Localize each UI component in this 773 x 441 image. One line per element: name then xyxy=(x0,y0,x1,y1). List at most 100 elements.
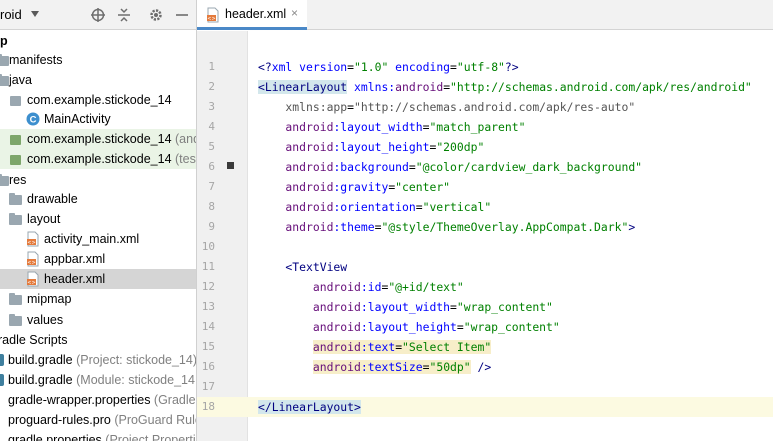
tree-item-label: values xyxy=(27,313,64,327)
line-number: 12 xyxy=(201,280,215,293)
close-icon[interactable]: × xyxy=(291,6,298,20)
code-text: android:text="Select Item" xyxy=(258,337,492,357)
code-line: 11 <TextView xyxy=(197,257,773,277)
tree-item-gradle-properties[interactable]: gradle.properties (Project Properties xyxy=(0,430,196,441)
line-number: 16 xyxy=(201,360,215,373)
folder-icon xyxy=(9,193,22,205)
line-number: 2 xyxy=(208,80,215,93)
tree-item-app[interactable]: p xyxy=(0,31,196,51)
gear-icon[interactable] xyxy=(148,7,164,23)
tree-item-label: res xyxy=(9,173,27,187)
tree-item-label: appbar.xml xyxy=(44,252,106,266)
code-text: <?xml version="1.0" encoding="utf-8"?> xyxy=(258,60,519,74)
line-number: 3 xyxy=(208,100,215,113)
tree-item-activity-main-xml[interactable]: <> activity_main.xml xyxy=(0,229,196,249)
tree-item-sublabel: (Project Properties xyxy=(105,433,196,441)
code-text: xmlns:app="http://schemas.android.com/ap… xyxy=(258,100,636,114)
package-icon xyxy=(10,155,21,165)
tab-header-xml[interactable]: <> header.xml × xyxy=(197,0,307,30)
line-number: 13 xyxy=(201,300,215,313)
tree-item-manifests[interactable]: manifests xyxy=(0,50,196,70)
tree-item-label: mipmap xyxy=(27,292,72,306)
package-icon xyxy=(10,135,21,145)
tree-item-label: MainActivity xyxy=(44,112,111,126)
tree-item-label: manifests xyxy=(9,53,63,67)
code-text: android:layout_width="wrap_content" xyxy=(258,300,553,314)
minimize-icon[interactable] xyxy=(174,7,190,23)
code-text: android:gravity="center" xyxy=(258,180,451,194)
project-view-dropdown[interactable]: roid xyxy=(0,0,39,30)
tree-item-label: gradle.properties xyxy=(8,433,102,441)
tree-item-package-test[interactable]: com.example.stickode_14 (test) xyxy=(0,149,196,169)
tree-item-drawable[interactable]: drawable xyxy=(0,189,196,209)
tree-item-gradle-scripts[interactable]: radle Scripts xyxy=(0,330,196,350)
xml-file-icon: <> xyxy=(27,231,39,247)
xml-file-icon: <> xyxy=(27,271,39,287)
tree-item-label: activity_main.xml xyxy=(44,232,140,246)
svg-text:C: C xyxy=(30,115,37,126)
tree-item-build-gradle-module[interactable]: build.gradle (Module: stickode_14.a xyxy=(0,370,196,390)
svg-text:<>: <> xyxy=(27,240,35,246)
line-number: 5 xyxy=(208,140,215,153)
code-text: <LinearLayout xmlns:android="http://sche… xyxy=(258,80,752,94)
tree-item-layout[interactable]: layout xyxy=(0,209,196,229)
folder-icon xyxy=(9,314,22,326)
tree-item-label: build.gradle xyxy=(8,353,73,367)
code-text: <TextView xyxy=(258,260,348,274)
tree-item-sublabel: (test) xyxy=(175,152,196,166)
line-number: 1 xyxy=(208,60,215,73)
code-line: 6 android:background="@color/cardview_da… xyxy=(197,157,773,177)
tree-item-package-main[interactable]: com.example.stickode_14 xyxy=(0,90,196,110)
tree-item-appbar-xml[interactable]: <> appbar.xml xyxy=(0,249,196,269)
tree-item-proguard-rules[interactable]: proguard-rules.pro (ProGuard Rules xyxy=(0,410,196,430)
tree-item-sublabel: (Project: stickode_14) xyxy=(72,353,196,367)
gutter-marker-icon[interactable] xyxy=(227,162,234,169)
line-number: 7 xyxy=(208,180,215,193)
tree-item-header-xml[interactable]: <> header.xml xyxy=(0,269,196,289)
svg-text:<>: <> xyxy=(207,16,215,22)
tree-item-label: radle Scripts xyxy=(0,333,68,347)
code-text: android:background="@color/cardview_dark… xyxy=(258,160,643,174)
line-number: 4 xyxy=(208,120,215,133)
chevron-down-icon xyxy=(31,11,39,17)
tree-item-sublabel: (Module: stickode_14.a xyxy=(72,373,196,387)
xml-file-icon: <> xyxy=(27,251,39,267)
code-text: </LinearLayout> xyxy=(258,400,361,414)
tree-item-label: java xyxy=(9,73,32,87)
tree-item-gradle-wrapper[interactable]: gradle-wrapper.properties (Gradle V xyxy=(0,390,196,410)
tree-item-build-gradle-project[interactable]: build.gradle (Project: stickode_14) xyxy=(0,350,196,370)
code-text: android:layout_height="wrap_content" xyxy=(258,320,560,334)
tree-item-label: com.example.stickode_14 xyxy=(27,132,172,146)
code-line: 15 android:text="Select Item" xyxy=(197,337,773,357)
code-editor[interactable]: 1 <?xml version="1.0" encoding="utf-8"?>… xyxy=(197,31,773,441)
folder-icon xyxy=(0,74,9,86)
tree-item-label: gradle-wrapper.properties xyxy=(8,393,151,407)
tree-item-mainactivity[interactable]: C MainActivity xyxy=(0,109,196,129)
tree-item-label: com.example.stickode_14 xyxy=(27,152,172,166)
tree-item-values[interactable]: values xyxy=(0,310,196,330)
code-line: 12 android:id="@+id/text" xyxy=(197,277,773,297)
tree-item-mipmap[interactable]: mipmap xyxy=(0,289,196,309)
line-number: 11 xyxy=(201,260,215,273)
tree-item-label: proguard-rules.pro xyxy=(8,413,111,427)
tree-item-sublabel: (Gradle V xyxy=(153,393,196,407)
tree-item-res[interactable]: res xyxy=(0,170,196,190)
collapse-all-icon[interactable] xyxy=(116,7,132,23)
folder-icon xyxy=(9,213,22,225)
line-number: 10 xyxy=(201,240,215,253)
project-view-label: roid xyxy=(0,7,22,22)
tree-item-java[interactable]: java xyxy=(0,70,196,90)
code-line: 10 xyxy=(197,237,773,257)
code-line: 3 xmlns:app="http://schemas.android.com/… xyxy=(197,97,773,117)
tree-item-sublabel: (ProGuard Rules xyxy=(114,413,196,427)
line-number: 9 xyxy=(208,220,215,233)
crosshair-icon[interactable] xyxy=(90,7,106,23)
code-line: 17 xyxy=(197,377,773,397)
tree-item-package-androidtest[interactable]: com.example.stickode_14 (andr xyxy=(0,129,196,149)
code-line: 14 android:layout_height="wrap_content" xyxy=(197,317,773,337)
line-number: 8 xyxy=(208,200,215,213)
tree-item-label: layout xyxy=(27,212,61,226)
tree-item-label: drawable xyxy=(27,192,78,206)
tree-item-label: header.xml xyxy=(44,272,106,286)
project-panel-toolbar: roid xyxy=(0,0,196,30)
